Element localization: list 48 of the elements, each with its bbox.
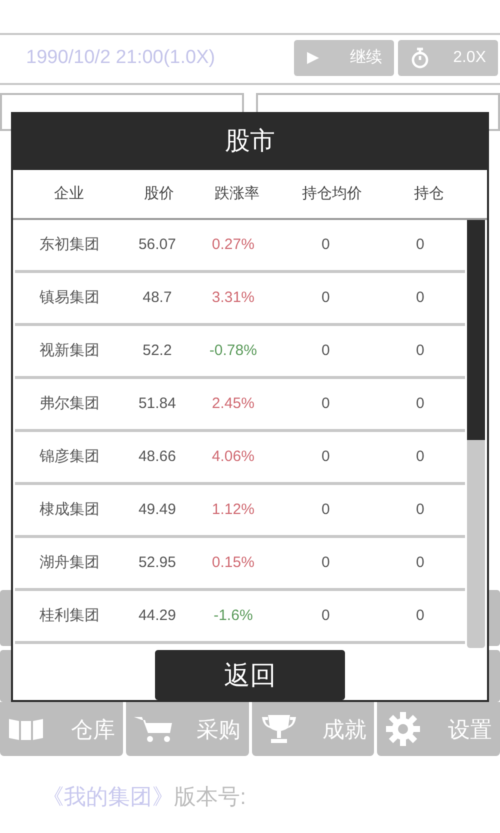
- table-cell-text: 2.45%: [210, 394, 256, 414]
- table-cell-text: 视新集团: [38, 340, 101, 361]
- table-cell-text: 0: [320, 394, 331, 414]
- table-cell-text: 锦彦集团: [38, 446, 101, 467]
- table-cell-text: 0: [320, 340, 331, 361]
- column-header: 持仓均价: [301, 184, 363, 204]
- table-cell-text: 0: [415, 606, 426, 626]
- table-cell-text: 0: [320, 288, 331, 308]
- table-cell-text: 0: [320, 552, 331, 573]
- table-cell-text: 56.07: [137, 234, 177, 255]
- table-cell-text: 48.7: [142, 288, 173, 308]
- table-cell-text: 52.2: [142, 340, 173, 361]
- table-cell-text: 52.95: [137, 552, 177, 573]
- column-header: 跌涨率: [214, 184, 260, 204]
- table-cell-text: 0: [415, 500, 426, 520]
- table-cell-text: -0.78%: [208, 340, 258, 361]
- table-cell-text: 3.31%: [210, 288, 256, 308]
- table-cell-text: 0: [320, 500, 331, 520]
- table-cell-text: 湖舟集团: [38, 552, 101, 573]
- table-cell-text: 4.06%: [210, 446, 256, 467]
- table-cell-text: 弗尔集团: [38, 394, 101, 414]
- dialog-title: 股市: [13, 114, 487, 170]
- table-cell-text: 桂利集团: [38, 606, 101, 626]
- table-cell-text: 48.66: [137, 446, 177, 467]
- column-header: 企业: [53, 184, 85, 204]
- table-cell-text: 49.49: [137, 500, 177, 520]
- table-cell-text: 0: [415, 446, 426, 467]
- table-cell-text: 0: [415, 394, 426, 414]
- table-cell-text: 44.29: [137, 606, 177, 626]
- column-header: 持仓: [413, 184, 445, 204]
- table-cell-text: 东初集团: [38, 234, 101, 255]
- table-cell-text: 0.27%: [210, 234, 256, 255]
- version-label: 版本号:: [174, 783, 246, 811]
- table-cell-text: 0: [415, 288, 426, 308]
- table-cell-text: 0: [415, 234, 426, 255]
- table-cell-text: 0: [415, 340, 426, 361]
- table-cell-text: 棣成集团: [38, 500, 101, 520]
- column-header: 股价: [143, 184, 175, 204]
- date-time-text: 1990/10/2 21:00(1.0X): [26, 46, 216, 70]
- table-cell-text: -1.6%: [212, 606, 254, 626]
- table-cell-text: 0: [415, 552, 426, 573]
- table-cell-text: 0: [320, 446, 331, 467]
- table-cell-text: 镇易集团: [38, 288, 101, 308]
- table-cell-text: 0: [320, 234, 331, 255]
- table-cell-text: 1.12%: [210, 500, 256, 520]
- table-cell-text: 51.84: [137, 394, 177, 414]
- table-cell-text: 0.15%: [210, 552, 256, 573]
- table-cell-text: 0: [320, 606, 331, 626]
